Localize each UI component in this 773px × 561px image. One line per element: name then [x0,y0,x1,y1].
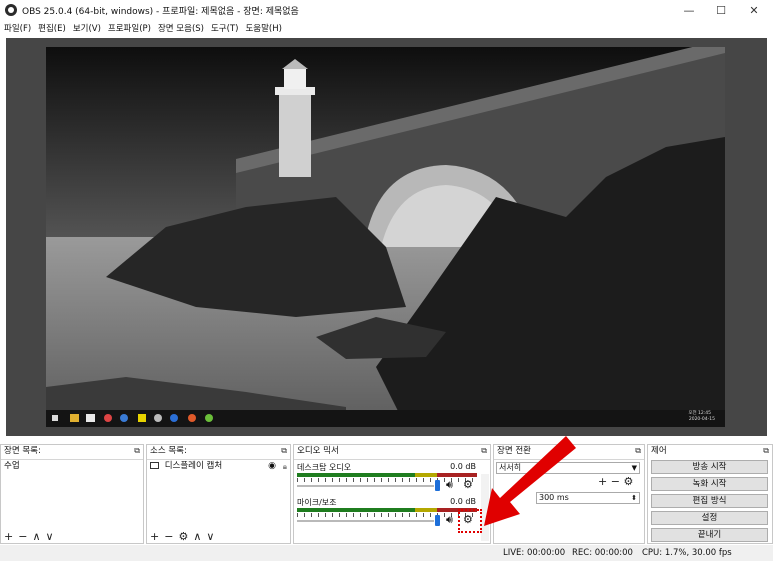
preview-area[interactable]: 오전 12:45 2020-04-15 [6,38,767,436]
scenes-title: 장면 목록: [4,446,41,456]
controls-body: 방송 시작 녹화 시작 편집 방식 설정 끝내기 [648,459,772,543]
cpu-status: CPU: 1.7%, 30.00 fps [642,548,732,558]
menu-view[interactable]: 보기(V) [73,22,101,34]
add-transition-button[interactable]: + [598,475,607,488]
menu-tools[interactable]: 도구(T) [211,22,238,34]
maximize-button[interactable]: ☐ [704,0,738,20]
source-item[interactable]: 디스플레이 캡처 ◉ 🔒︎ [147,460,290,473]
dock-float-icon[interactable]: ⧉ [635,446,641,456]
window-title: OBS 25.0.4 (64-bit, windows) - 프로파일: 제목없… [22,6,299,17]
lighthouse-bridge-image [46,47,725,427]
menu-bar: 파일(F) 편집(E) 보기(V) 프로파일(P) 장면 모음(S) 도구(T)… [0,20,773,36]
dock-float-icon[interactable]: ⧉ [281,446,287,456]
minimize-button[interactable]: — [672,0,706,20]
sources-dock: 소스 목록: ⧉ 디스플레이 캡처 ◉ 🔒︎ + − ⚙ ∧ ∨ [146,444,291,544]
transition-footer: + − ⚙ [598,475,633,488]
menu-file[interactable]: 파일(F) [4,22,31,34]
start-recording-button[interactable]: 녹화 시작 [651,477,768,491]
controls-title: 제어 [651,446,667,456]
controls-dock: 제어 ⧉ 방송 시작 녹화 시작 편집 방식 설정 끝내기 [647,444,773,544]
chevron-down-icon: ▼ [631,464,637,472]
monitor-icon [150,462,159,469]
scene-item[interactable]: 수업 [1,460,143,473]
sources-footer: + − ⚙ ∧ ∨ [147,530,290,543]
transition-properties-button[interactable]: ⚙ [623,475,633,488]
exit-button[interactable]: 끝내기 [651,528,768,542]
volume-meter [297,508,477,512]
status-bar: LIVE: 00:00:00 REC: 00:00:00 CPU: 1.7%, … [0,545,773,561]
add-scene-button[interactable]: + [4,531,13,542]
menu-profile[interactable]: 프로파일(P) [108,22,151,34]
sources-title: 소스 목록: [150,446,187,456]
move-scene-down-button[interactable]: ∨ [46,531,54,542]
scenes-footer: + − ∧ ∨ [1,530,143,543]
captured-clock: 오전 12:45 [688,411,711,416]
start-streaming-button[interactable]: 방송 시작 [651,460,768,474]
mixer-channel-mic: 마이크/보조 0.0 dB 🔊︎ ⚙ [297,497,480,526]
menu-scene-collection[interactable]: 장면 모음(S) [158,22,204,34]
captured-taskbar: 오전 12:45 2020-04-15 [46,410,725,427]
mixer-title: 오디오 믹서 [297,446,339,456]
scenes-dock: 장면 목록: ⧉ 수업 + − ∧ ∨ [0,444,144,544]
taskbar-icons [52,414,213,422]
volume-meter [297,473,477,477]
scenes-list[interactable]: 수업 [1,459,143,530]
mixer-channel-desktop: 데스크탑 오디오 0.0 dB 🔊︎ ⚙ [297,462,480,491]
title-bar: OBS 25.0.4 (64-bit, windows) - 프로파일: 제목없… [0,0,773,20]
lock-icon[interactable]: 🔒︎ [283,460,287,473]
preview-display-capture: 오전 12:45 2020-04-15 [46,47,725,427]
dock-float-icon[interactable]: ⧉ [134,446,140,456]
live-status: LIVE: 00:00:00 [503,548,566,558]
captured-date: 2020-04-15 [688,417,715,422]
remove-scene-button[interactable]: − [18,531,27,542]
remove-source-button[interactable]: − [164,531,173,542]
remove-transition-button[interactable]: − [611,475,620,488]
sources-list[interactable]: 디스플레이 캡처 ◉ 🔒︎ [147,459,290,530]
speaker-icon[interactable]: 🔊︎ [446,478,453,492]
move-source-down-button[interactable]: ∨ [206,531,214,542]
menu-help[interactable]: 도움말(H) [245,22,281,34]
source-label: 디스플레이 캡처 [164,461,223,471]
volume-slider[interactable] [297,485,434,487]
obs-logo-icon [5,4,17,16]
dock-float-icon[interactable]: ⧉ [763,446,769,456]
volume-slider[interactable] [297,520,434,522]
move-source-up-button[interactable]: ∧ [193,531,201,542]
close-button[interactable]: ✕ [737,0,771,20]
red-arrow-annotation [484,436,576,526]
rec-status: REC: 00:00:00 [572,548,633,558]
volume-slider-handle[interactable] [435,515,440,526]
source-properties-button[interactable]: ⚙ [178,531,188,542]
eye-icon[interactable]: ◉ [268,460,276,473]
menu-edit[interactable]: 편집(E) [38,22,66,34]
spin-arrows-icon[interactable]: ⬍ [631,493,637,503]
volume-slider-handle[interactable] [435,480,440,491]
add-source-button[interactable]: + [150,531,159,542]
studio-mode-button[interactable]: 편집 방식 [651,494,768,508]
speaker-icon[interactable]: 🔊︎ [446,513,453,527]
settings-button[interactable]: 설정 [651,511,768,525]
move-scene-up-button[interactable]: ∧ [32,531,40,542]
